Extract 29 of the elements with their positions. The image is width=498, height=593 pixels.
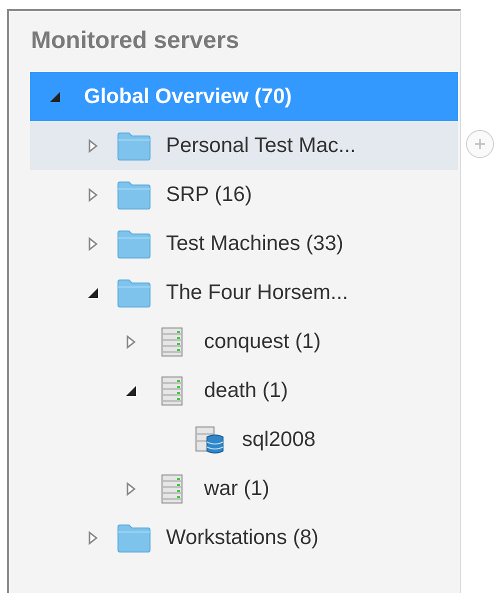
expand-triangle-icon[interactable] bbox=[88, 530, 98, 544]
tree-item[interactable]: death (1) bbox=[30, 366, 458, 415]
add-button[interactable] bbox=[466, 130, 494, 158]
server-icon bbox=[161, 376, 183, 406]
collapse-triangle-icon[interactable] bbox=[125, 384, 137, 396]
expand-triangle-icon[interactable] bbox=[88, 138, 98, 152]
expand-triangle-icon[interactable] bbox=[88, 188, 98, 202]
database-server-icon bbox=[195, 424, 225, 454]
tree-item[interactable]: Personal Test Mac... bbox=[30, 121, 458, 170]
folder-icon bbox=[116, 278, 152, 308]
folder-icon bbox=[116, 130, 152, 160]
expand-triangle-icon[interactable] bbox=[88, 236, 98, 250]
collapse-triangle-icon[interactable] bbox=[87, 286, 99, 298]
plus-icon bbox=[474, 138, 486, 150]
tree-item[interactable]: Test Machines (33) bbox=[30, 219, 458, 268]
tree-item[interactable]: Workstations (8) bbox=[30, 513, 458, 562]
server-icon bbox=[161, 474, 183, 504]
panel-title: Monitored servers bbox=[31, 27, 240, 55]
folder-icon bbox=[116, 180, 152, 210]
tree-item[interactable]: The Four Horsem... bbox=[30, 268, 458, 317]
folder-icon bbox=[116, 522, 152, 552]
tree-item[interactable]: war (1) bbox=[30, 464, 458, 513]
expand-triangle-icon[interactable] bbox=[126, 482, 136, 496]
expand-triangle-icon[interactable] bbox=[126, 334, 136, 348]
tree-item[interactable]: conquest (1) bbox=[30, 317, 458, 366]
server-icon bbox=[161, 326, 183, 356]
tree-item[interactable]: SRP (16) bbox=[30, 170, 458, 219]
folder-icon bbox=[116, 228, 152, 258]
tree-item[interactable]: sql2008 bbox=[30, 415, 458, 464]
